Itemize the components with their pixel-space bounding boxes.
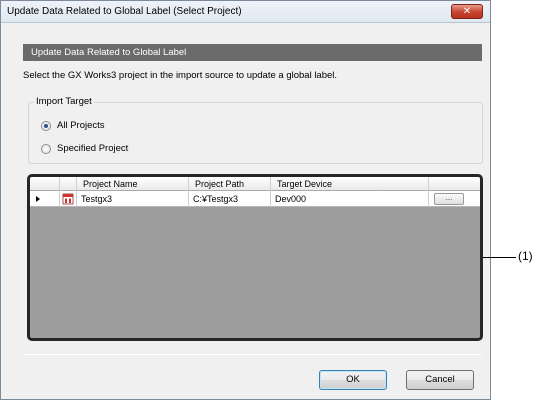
icon-column-header bbox=[60, 177, 77, 191]
radio-button-checked[interactable] bbox=[41, 120, 51, 131]
section-header-title: Update Data Related to Global Label bbox=[31, 47, 187, 58]
section-header: Update Data Related to Global Label bbox=[23, 44, 482, 61]
radio-all-projects[interactable]: All Projects bbox=[41, 120, 105, 131]
cell-target-device[interactable]: Dev000 bbox=[271, 191, 429, 207]
project-grid: Project Name Project Path Target Device … bbox=[27, 174, 483, 341]
close-icon: ✕ bbox=[462, 6, 472, 17]
cell-project-name[interactable]: Testgx3 bbox=[77, 191, 189, 207]
title-bar[interactable]: Update Data Related to Global Label (Sel… bbox=[1, 1, 490, 23]
radio-specified-project[interactable]: Specified Project bbox=[41, 143, 128, 154]
import-target-group bbox=[28, 102, 483, 164]
window-title: Update Data Related to Global Label (Sel… bbox=[7, 6, 242, 17]
browse-button[interactable]: ... bbox=[434, 193, 464, 205]
cancel-button[interactable]: Cancel bbox=[406, 370, 474, 390]
callout-label: (1) bbox=[518, 249, 533, 263]
dialog-window: Update Data Related to Global Label (Sel… bbox=[0, 0, 491, 400]
column-project-name[interactable]: Project Name bbox=[77, 177, 189, 191]
column-browse bbox=[429, 177, 480, 191]
row-selector[interactable] bbox=[30, 191, 60, 207]
import-target-title: Import Target bbox=[34, 96, 94, 107]
row-header-corner bbox=[30, 177, 60, 191]
ok-button[interactable]: OK bbox=[319, 370, 387, 390]
column-project-path[interactable]: Project Path bbox=[189, 177, 271, 191]
project-file-icon bbox=[62, 193, 74, 205]
current-row-arrow-icon bbox=[36, 196, 40, 202]
grid-header: Project Name Project Path Target Device bbox=[30, 177, 480, 191]
instruction-text: Select the GX Works3 project in the impo… bbox=[23, 70, 338, 81]
separator-line bbox=[23, 354, 482, 355]
radio-specified-project-label: Specified Project bbox=[57, 143, 129, 154]
radio-all-projects-label: All Projects bbox=[57, 120, 105, 131]
table-row[interactable]: Testgx3 C:¥Testgx3 Dev000 ... bbox=[30, 191, 480, 207]
close-button[interactable]: ✕ bbox=[451, 4, 483, 19]
callout-leader-line bbox=[483, 257, 516, 258]
radio-button-unchecked[interactable] bbox=[41, 143, 51, 154]
cell-project-path[interactable]: C:¥Testgx3 bbox=[189, 191, 271, 207]
column-target-device[interactable]: Target Device bbox=[271, 177, 429, 191]
